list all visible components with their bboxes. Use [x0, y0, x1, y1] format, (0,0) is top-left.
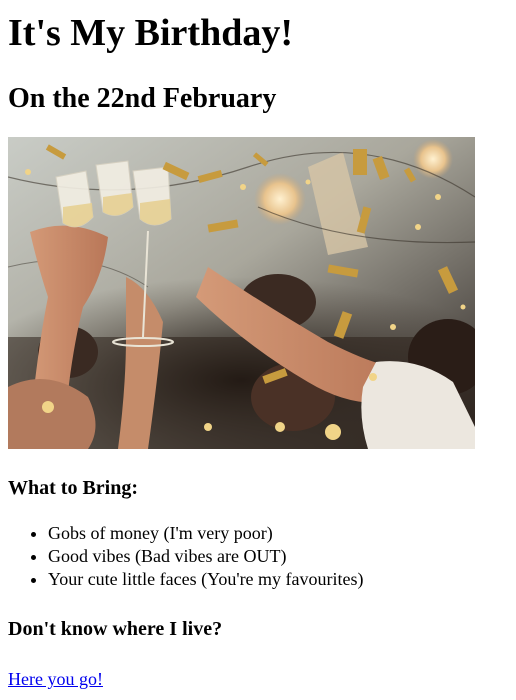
- location-heading: Don't know where I live?: [8, 618, 223, 640]
- location-paragraph: Here you go!: [8, 668, 508, 690]
- page-title: It's My Birthday!: [8, 12, 293, 54]
- bring-heading: What to Bring:: [8, 477, 138, 499]
- page-subtitle: On the 22nd February: [8, 83, 277, 114]
- list-item: Gobs of money (I'm very poor): [48, 522, 508, 545]
- list-item: Your cute little faces (You're my favour…: [48, 568, 508, 591]
- list-item: Good vibes (Bad vibes are OUT): [48, 545, 508, 568]
- bring-list: Gobs of money (I'm very poor) Good vibes…: [8, 522, 508, 591]
- party-photo: [8, 137, 475, 449]
- directions-link[interactable]: Here you go!: [8, 669, 103, 689]
- page: It's My Birthday! On the 22nd February W…: [0, 10, 516, 690]
